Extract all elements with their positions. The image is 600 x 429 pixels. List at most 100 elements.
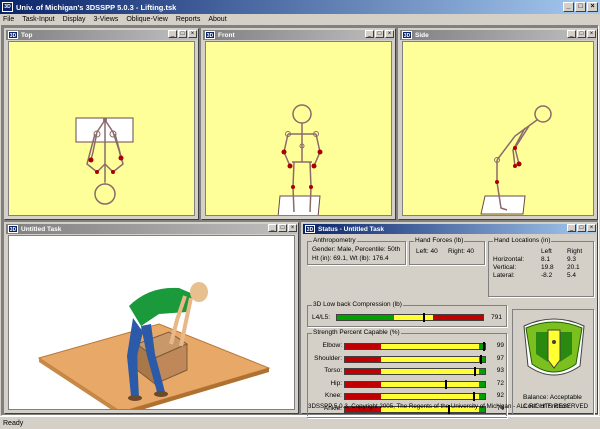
- status-window[interactable]: 3D Status - Untitled Task _ □ × Anthropomet…: [301, 222, 598, 418]
- top-view-figure: [75, 117, 134, 205]
- strength-row-label: Elbow:: [322, 342, 342, 349]
- compression-marker: [422, 313, 425, 322]
- task-view-title: Untitled Task: [21, 225, 62, 233]
- strength-bar-yellow: [381, 381, 480, 387]
- compression-joint-label: L4/L5:: [312, 314, 331, 321]
- window-3d-icon: 3D: [305, 225, 315, 233]
- close-button[interactable]: ×: [587, 224, 596, 232]
- menu-reports[interactable]: Reports: [176, 16, 201, 23]
- side-view-canvas[interactable]: [402, 41, 594, 216]
- close-button[interactable]: ×: [288, 224, 297, 232]
- maximize-button[interactable]: □: [375, 30, 384, 38]
- side-view-controls: _ □ ×: [567, 30, 596, 38]
- hand-location-row-label: Vertical:: [493, 264, 517, 271]
- minimize-button[interactable]: _: [563, 2, 574, 12]
- minimize-button[interactable]: _: [168, 30, 177, 38]
- strength-row-label: Knee:: [325, 392, 342, 399]
- task-view-controls: _ □ ×: [268, 224, 297, 232]
- hand-location-value: 19.8: [541, 264, 554, 271]
- status-title: Status - Untitled Task: [318, 225, 384, 233]
- compression-bar-green: [337, 315, 394, 320]
- strength-label: Strength Percent Capable (%): [312, 329, 401, 336]
- mdi-workspace: 3D Top _ □ × 3D Front _ □ × 3D Side _ □ …: [1, 25, 599, 418]
- status-bar: Ready: [0, 416, 600, 429]
- menu-3-views[interactable]: 3-Views: [94, 16, 119, 23]
- close-button[interactable]: ×: [587, 30, 596, 38]
- minimize-button[interactable]: _: [567, 224, 576, 232]
- strength-bar: [344, 392, 486, 401]
- strength-row-label: Shoulder:: [314, 354, 342, 362]
- hand-location-value: 8.1: [541, 256, 551, 263]
- menu-bar: File Task-Input Display 3-Views Oblique-…: [0, 14, 600, 25]
- task-view-window[interactable]: 3D Untitled Task _ □ ×: [4, 222, 299, 414]
- hand-locations-label: Hand Locations (in): [493, 237, 552, 244]
- menu-file[interactable]: File: [3, 16, 14, 23]
- balance-diagram: [523, 318, 585, 376]
- window-3d-icon: 3D: [8, 31, 18, 39]
- strength-bar-yellow: [381, 394, 480, 399]
- compression-value: 791: [491, 314, 502, 321]
- top-view-window[interactable]: 3D Top _ □ ×: [4, 28, 199, 220]
- minimize-button[interactable]: _: [365, 30, 374, 38]
- compression-label: 3D Low back Compression (lb): [312, 301, 403, 308]
- strength-row-value: 97: [496, 354, 504, 362]
- strength-bar-red: [345, 394, 382, 399]
- strength-bar-red: [345, 369, 382, 374]
- hand-location-value: -8.2: [541, 272, 553, 279]
- status-controls: _ □ ×: [567, 224, 596, 232]
- strength-bar-red: [345, 381, 382, 387]
- hand-force-left: Left: 40: [416, 248, 438, 255]
- strength-row-label: Hip:: [330, 379, 342, 387]
- side-view-window[interactable]: 3D Side _ □ ×: [398, 28, 598, 220]
- balance-group: Balance: Acceptable Coef. of Friction:: [512, 309, 594, 415]
- top-view-canvas[interactable]: [8, 41, 195, 216]
- anthropometry-group: Anthropometry Gender: Male, Percentile: …: [307, 237, 406, 265]
- window-3d-icon: 3D: [8, 225, 18, 233]
- close-button[interactable]: ×: [188, 30, 197, 38]
- strength-bar-yellow: [381, 356, 480, 362]
- menu-display[interactable]: Display: [63, 16, 86, 23]
- hand-location-value: 9.3: [567, 256, 577, 263]
- menu-oblique-view[interactable]: Oblique-View: [126, 16, 168, 23]
- top-view-controls: _ □ ×: [168, 30, 197, 38]
- maximize-button[interactable]: □: [178, 30, 187, 38]
- minimize-button[interactable]: _: [567, 30, 576, 38]
- close-button[interactable]: ×: [385, 30, 394, 38]
- strength-bar: [344, 342, 486, 351]
- window-controls: _ □ ×: [563, 2, 598, 12]
- task-view-titlebar[interactable]: 3D Untitled Task: [6, 224, 297, 234]
- minimize-button[interactable]: _: [268, 224, 277, 232]
- oblique-human-figure: [37, 282, 271, 409]
- maximize-button[interactable]: □: [577, 30, 586, 38]
- front-view-window[interactable]: 3D Front _ □ ×: [201, 28, 396, 220]
- front-view-title: Front: [218, 31, 235, 39]
- task-view-canvas[interactable]: [8, 235, 295, 410]
- maximize-button[interactable]: □: [577, 224, 586, 232]
- strength-bar: [344, 367, 486, 376]
- compression-group: 3D Low back Compression (lb) L4/L5: 791: [307, 301, 507, 327]
- menu-task-input[interactable]: Task-Input: [22, 16, 54, 23]
- status-titlebar[interactable]: 3D Status - Untitled Task: [303, 224, 596, 234]
- front-view-controls: _ □ ×: [365, 30, 394, 38]
- strength-row-value: 99: [496, 342, 504, 349]
- window-3d-icon: 3D: [205, 31, 215, 39]
- hand-location-row-label: Lateral:: [493, 272, 515, 279]
- hand-locations-col-left: Left: [541, 248, 552, 255]
- anthropometry-gender: Gender: Male, Percentile: 50th: [312, 246, 401, 253]
- strength-bar-yellow: [381, 369, 480, 374]
- balance-status: Balance: Acceptable: [523, 394, 582, 401]
- front-view-canvas[interactable]: [205, 41, 392, 216]
- app-title-bar: 3D Univ. of Michigan's 3DSSPP 5.0.3 - Li…: [0, 0, 600, 14]
- anthropometry-height-weight: Ht (in): 69.1, Wt (lb): 176.4: [312, 255, 389, 262]
- strength-bar-red: [345, 344, 382, 349]
- menu-about[interactable]: About: [208, 16, 226, 23]
- strength-row-value: 93: [496, 367, 504, 374]
- strength-marker: [479, 354, 482, 364]
- maximize-button[interactable]: □: [278, 224, 287, 232]
- hand-force-right: Right: 40: [448, 248, 475, 255]
- app-3d-icon: 3D: [2, 2, 13, 12]
- strength-bar: [344, 379, 486, 389]
- maximize-button[interactable]: □: [575, 2, 586, 12]
- close-button[interactable]: ×: [587, 2, 598, 12]
- strength-marker: [474, 367, 477, 376]
